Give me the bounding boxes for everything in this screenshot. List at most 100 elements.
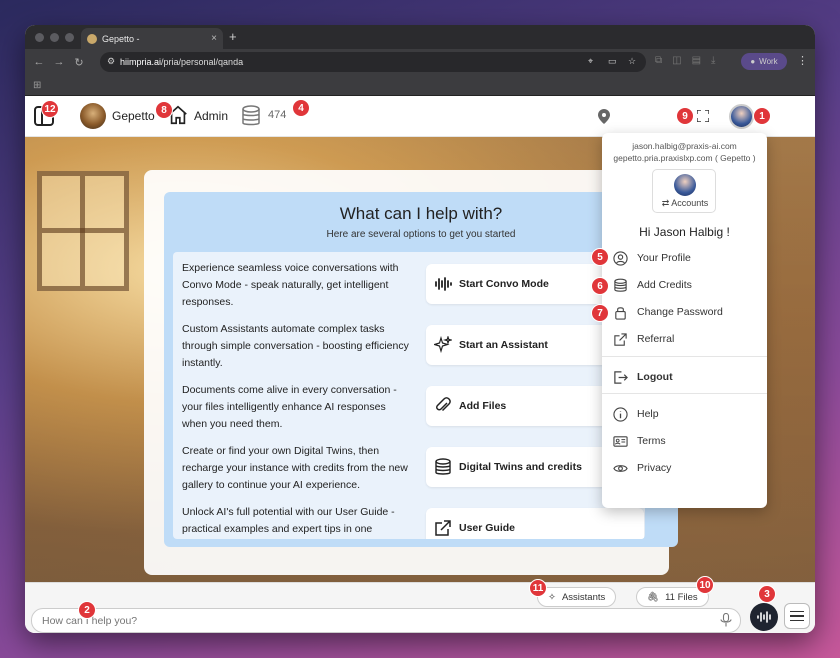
option-button-label: Start Convo Mode: [459, 278, 549, 290]
twin-avatar[interactable]: [80, 103, 106, 129]
option-button-label: Add Files: [459, 400, 507, 412]
menu-item-label: Your Profile: [637, 252, 691, 264]
puzzle-icon[interactable]: ◫: [672, 55, 681, 66]
waveform-icon: [757, 611, 771, 623]
option-button-label: User Guide: [459, 522, 516, 534]
menu-item-privacy[interactable]: Privacy: [613, 458, 671, 478]
menu-item-label: Add Credits: [637, 279, 692, 291]
files-label: 11 Files: [665, 591, 698, 603]
extension-icon[interactable]: ⧉: [655, 55, 662, 66]
option-description: Experience seamless voice conversations …: [182, 262, 399, 308]
forward-icon[interactable]: →: [49, 56, 69, 68]
profile-work-button[interactable]: ● Work: [741, 53, 787, 70]
reload-icon[interactable]: ↻: [69, 56, 89, 69]
twin-name[interactable]: Gepetto: [112, 109, 155, 123]
assistants-button[interactable]: ✧ Assistants: [537, 587, 617, 607]
welcome-card: What can I help with? Here are several o…: [144, 170, 678, 575]
browser-menu-icon[interactable]: ⋮: [797, 54, 808, 67]
chat-input[interactable]: [31, 608, 741, 633]
badge-4: 4: [292, 99, 310, 117]
external-link-icon: [435, 520, 451, 536]
cast-icon[interactable]: ▭: [608, 56, 617, 67]
option-description: Create or find your own Digital Twins, t…: [182, 445, 408, 491]
help-title: What can I help with?: [339, 204, 503, 223]
user-avatar[interactable]: [729, 104, 754, 129]
options-list: Experience seamless voice conversations …: [173, 252, 645, 539]
menu-account-info: jason.halbig@praxis-ai.com gepetto.pria.…: [602, 140, 767, 164]
user-guide-button[interactable]: User Guide: [426, 508, 644, 539]
menu-item-profile[interactable]: Your Profile: [613, 248, 691, 268]
menu-divider: [602, 393, 767, 394]
app-header: Gepetto Admin 474: [25, 96, 815, 137]
menu-item-label: Privacy: [637, 462, 672, 474]
site-settings-icon[interactable]: ⚙: [107, 56, 115, 67]
user-dropdown-menu: jason.halbig@praxis-ai.com gepetto.pria.…: [602, 133, 767, 508]
paperclip-icon: [436, 397, 451, 412]
background-window-illustration: [37, 171, 129, 291]
menu-item-label: Change Password: [637, 306, 723, 318]
fullscreen-icon[interactable]: [697, 110, 709, 122]
url-path: /pria/personal/qanda: [161, 57, 244, 67]
sidepanel-icon[interactable]: ▤: [692, 55, 701, 66]
logout-icon: [614, 370, 628, 384]
window-controls[interactable]: [35, 33, 74, 42]
sparkles-icon: ✧: [548, 591, 556, 603]
user-instance: gepetto.pria.praxislxp.com ( Gepetto ): [613, 153, 756, 163]
download-icon[interactable]: ⤓: [711, 55, 715, 66]
greeting: Hi Jason Halbig !: [639, 225, 730, 239]
option-description: Documents come alive in every conversati…: [182, 384, 397, 430]
bookmark-star-icon[interactable]: ☆: [628, 56, 636, 67]
location-icon[interactable]: ⌖: [588, 56, 593, 67]
badge-8: 8: [155, 101, 173, 119]
lock-icon: [615, 306, 626, 320]
user-email: jason.halbig@praxis-ai.com: [632, 141, 737, 151]
badge-11: 11: [529, 579, 547, 597]
menu-item-referral[interactable]: Referral: [613, 329, 674, 349]
menu-item-terms[interactable]: Terms: [613, 431, 666, 451]
browser-tabbar: Gepetto - × +: [25, 25, 815, 49]
menu-item-label: Help: [637, 408, 659, 420]
accounts-label: ⇄ Accounts: [661, 198, 709, 208]
url-host: hiimpria.ai: [120, 57, 162, 67]
browser-window: Gepetto - × + ← → ↻ ⚙ hiimpria.ai/pria/p…: [25, 25, 815, 633]
menu-divider: [602, 356, 767, 357]
tab-close-icon[interactable]: ×: [211, 33, 217, 44]
admin-label[interactable]: Admin: [194, 109, 228, 123]
menu-hamburger-icon[interactable]: [784, 603, 810, 629]
extension-icons: ⧉ ◫ ▤ ⤓: [655, 55, 715, 66]
bookmarks-bar: ⊞: [25, 75, 815, 96]
waveform-icon: [435, 277, 452, 291]
user-circle-icon: [613, 250, 628, 266]
back-icon[interactable]: ←: [29, 56, 49, 68]
menu-item-help[interactable]: Help: [613, 404, 659, 424]
new-tab-button[interactable]: +: [229, 29, 237, 44]
menu-item-add-credits[interactable]: Add Credits: [613, 275, 692, 295]
database-icon: [435, 458, 451, 475]
browser-tab[interactable]: Gepetto - ×: [81, 28, 223, 49]
menu-item-logout[interactable]: Logout: [613, 367, 673, 387]
database-icon: [614, 278, 627, 292]
paperclip-icon: 🖇: [647, 591, 660, 603]
help-panel: What can I help with? Here are several o…: [164, 192, 678, 547]
location-pin-icon[interactable]: [598, 109, 610, 124]
badge-6: 6: [591, 277, 609, 295]
help-subtitle: Here are several options to get you star…: [326, 229, 516, 240]
accounts-button[interactable]: ⇄ Accounts: [652, 169, 716, 213]
microphone-icon[interactable]: [720, 613, 732, 627]
tab-title: Gepetto -: [102, 33, 140, 44]
badge-3: 3: [758, 585, 776, 603]
badge-12: 12: [41, 100, 59, 118]
assistants-label: Assistants: [561, 591, 606, 603]
apps-grid-icon[interactable]: ⊞: [33, 80, 41, 91]
voice-mode-button[interactable]: [750, 603, 778, 631]
address-toolbar: ← → ↻ ⚙ hiimpria.ai/pria/personal/qanda …: [25, 49, 815, 75]
option-description: Unlock AI's full potential with our User…: [182, 506, 395, 535]
menu-item-change-password[interactable]: Change Password: [613, 302, 723, 322]
profile-work-label: Work: [759, 57, 778, 66]
sparkles-icon: [434, 336, 452, 354]
eye-icon: [613, 464, 628, 472]
badge-10: 10: [696, 576, 714, 594]
url-bar[interactable]: ⚙ hiimpria.ai/pria/personal/qanda ⌖ ▭ ☆: [100, 52, 646, 72]
option-description: Custom Assistants automate complex tasks…: [182, 323, 409, 369]
option-button-label: Start an Assistant: [459, 339, 548, 351]
